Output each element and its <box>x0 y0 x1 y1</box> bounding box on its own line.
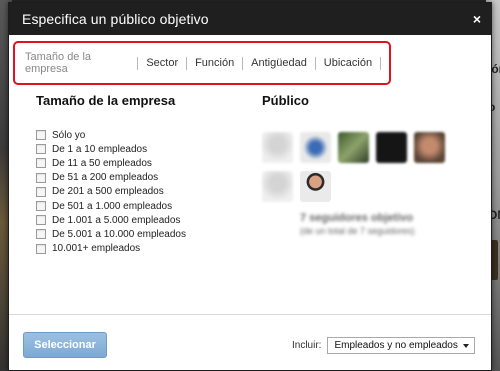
option-label: De 1 a 10 empleados <box>52 143 148 155</box>
avatar <box>300 132 331 163</box>
followers-count: 7 seguidores objetivo <box>300 212 414 224</box>
checkbox[interactable] <box>36 158 46 169</box>
tab-function[interactable]: Función <box>195 57 234 69</box>
company-size-panel: Tamaño de la empresa Sólo yo De 1 a 10 e… <box>36 93 246 256</box>
checkbox[interactable] <box>36 201 46 212</box>
follower-avatars: 7 seguidores objetivo (de un total de 7 … <box>262 108 462 236</box>
audience-panel: Público 7 seguidores objetivo (de un tot… <box>262 93 462 236</box>
avatar <box>338 132 369 163</box>
avatar <box>262 132 293 163</box>
tab-divider <box>137 56 139 70</box>
include-control: Incluir: Empleados y no empleados <box>292 337 476 354</box>
checkbox[interactable] <box>36 215 46 226</box>
dialog-title: Especifica un público objetivo <box>22 11 209 27</box>
option-label: Sólo yo <box>52 129 86 141</box>
include-label: Incluir: <box>292 340 322 351</box>
checkbox[interactable] <box>36 186 46 197</box>
company-size-option[interactable]: De 501 a 1.000 empleados <box>36 199 246 213</box>
option-label: De 11 a 50 empleados <box>52 157 152 169</box>
checkbox[interactable] <box>36 130 46 141</box>
select-button[interactable]: Seleccionar <box>23 332 107 358</box>
followers-total: (de un total de 7 seguidores) <box>300 226 415 236</box>
checkbox[interactable] <box>36 243 46 254</box>
company-size-option[interactable]: Sólo yo <box>36 128 246 142</box>
avatar <box>376 132 407 163</box>
tab-divider <box>314 56 316 70</box>
filter-tabs: Tamaño de la empresa Sector Función Anti… <box>13 41 391 85</box>
close-icon[interactable]: × <box>473 12 481 26</box>
company-size-option[interactable]: De 11 a 50 empleados <box>36 156 246 170</box>
avatar <box>414 132 445 163</box>
dialog-titlebar: Especifica un público objetivo × <box>9 3 491 35</box>
company-size-option[interactable]: De 201 a 500 empleados <box>36 185 246 199</box>
option-label: De 1.001 a 5.000 empleados <box>52 214 181 226</box>
avatar <box>300 171 331 202</box>
company-size-heading: Tamaño de la empresa <box>36 93 176 108</box>
include-select-value: Empleados y no empleados <box>334 340 458 351</box>
include-select[interactable]: Empleados y no empleados <box>327 337 476 354</box>
tab-divider <box>380 56 382 70</box>
avatar <box>262 171 293 202</box>
option-label: De 201 a 500 empleados <box>52 186 164 198</box>
audience-dialog: Especifica un público objetivo × Tamaño … <box>8 2 492 371</box>
company-size-options: Sólo yo De 1 a 10 empleados De 11 a 50 e… <box>36 128 246 256</box>
company-size-option[interactable]: 10.001+ empleados <box>36 242 246 256</box>
audience-heading: Público <box>262 93 309 108</box>
company-size-option[interactable]: De 1 a 10 empleados <box>36 142 246 156</box>
checkbox[interactable] <box>36 229 46 240</box>
tab-seniority[interactable]: Antigüedad <box>251 57 307 69</box>
checkbox[interactable] <box>36 172 46 183</box>
company-size-option[interactable]: De 1.001 a 5.000 empleados <box>36 213 246 227</box>
checkbox[interactable] <box>36 144 46 155</box>
tab-location[interactable]: Ubicación <box>324 57 372 69</box>
option-label: De 501 a 1.000 empleados <box>52 200 173 212</box>
tab-company-size[interactable]: Tamaño de la empresa <box>25 51 129 75</box>
tab-sector[interactable]: Sector <box>146 57 178 69</box>
tab-divider <box>242 56 244 70</box>
chevron-down-icon <box>463 343 470 348</box>
company-size-option[interactable]: De 5.001 a 10.000 empleados <box>36 227 246 241</box>
followers-summary: 7 seguidores objetivo (de un total de 7 … <box>300 212 415 236</box>
option-label: De 51 a 200 empleados <box>52 172 159 184</box>
option-label: De 5.001 a 10.000 empleados <box>52 228 186 240</box>
option-label: 10.001+ empleados <box>52 243 141 255</box>
tab-divider <box>186 56 188 70</box>
dialog-footer: Seleccionar Incluir: Empleados y no empl… <box>9 314 491 370</box>
company-size-option[interactable]: De 51 a 200 empleados <box>36 171 246 185</box>
